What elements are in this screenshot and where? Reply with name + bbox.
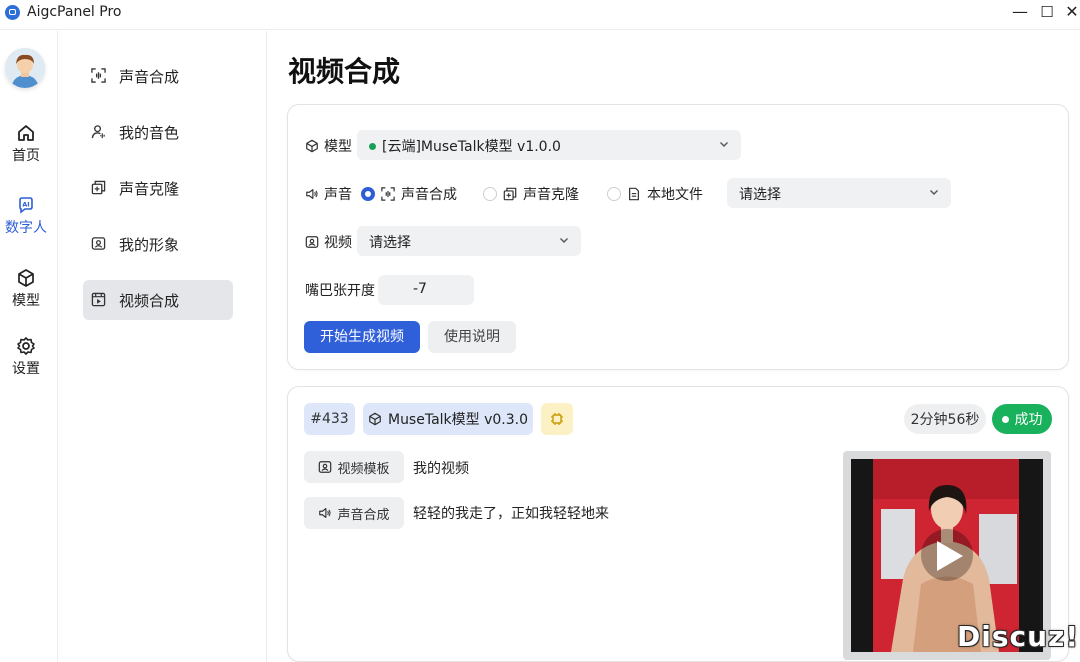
subnav-item-label: 我的形象 [119,236,180,254]
status-label: 成功 [1014,412,1043,428]
page-title: 视频合成 [288,55,401,88]
rail-item-model[interactable]: 模型 [0,268,52,310]
voice-source-select-value: 请选择 [739,187,781,203]
voice-option-synthesis-radio[interactable]: 声音合成 [361,184,457,204]
watermark: Discuz! [957,620,1080,653]
mouth-open-label: 嘴巴张开度 [305,283,375,299]
video-icon [91,292,106,307]
speaker-icon [306,189,318,199]
model-select-value: [云端]MuseTalk模型 v1.0.0 [382,139,561,155]
video-select[interactable]: 请选择 [357,226,581,256]
video-label: 视频 [305,232,352,252]
voice-option-local-file-radio[interactable]: 本地文件 [607,184,703,204]
model-label: 模型 [305,136,352,156]
scan-voice-icon [91,68,106,83]
task-field-key: 声音合成 [304,497,404,529]
help-button[interactable]: 使用说明 [428,321,516,353]
subnav-item-label: 我的音色 [119,124,180,142]
subnav-item-my-avatar[interactable]: 我的形象 [83,224,233,264]
speaker-icon [319,508,332,518]
maximize-button[interactable]: ☐ [1034,2,1060,22]
cube-icon [306,139,318,153]
voice-option-clone-radio[interactable]: 声音克隆 [483,184,579,204]
status-dot [1001,415,1009,423]
subnav-item-voice-synthesis[interactable]: 声音合成 [83,56,233,96]
clone-icon [91,180,106,195]
user-voice-icon [91,125,105,139]
ai-icon: AI [19,197,33,214]
file-icon [629,187,639,201]
minimize-button[interactable]: — [1007,2,1033,22]
image-icon [91,237,106,250]
subnav-item-my-voices[interactable]: 我的音色 [83,112,233,152]
rail-item-label: 首页 [12,148,40,164]
rail-item-settings[interactable]: 设置 [0,336,52,378]
task-model-label: MuseTalk模型 v0.3.0 [387,412,529,428]
task-model-badge: MuseTalk模型 v0.3.0 [363,403,533,435]
subnav-item-label: 视频合成 [119,292,180,310]
radio-circle [361,187,375,201]
chevron-down-icon [720,142,728,147]
mouth-open-value: -7 [413,281,427,297]
clone-icon [503,187,517,201]
svg-text:AI: AI [22,201,29,209]
gear-icon [17,337,35,355]
app-title: AigcPanel Pro [27,4,122,20]
mouth-open-input[interactable]: -7 [378,275,474,305]
app-logo-icon [5,5,20,20]
task-field-value: 轻轻的我走了，正如我轻轻地来 [413,506,609,522]
subnav-item-label: 声音合成 [119,68,180,86]
task-field-value: 我的视频 [413,461,469,477]
voice-label: 声音 [305,184,352,204]
model-select[interactable]: [云端]MuseTalk模型 v1.0.0 [357,130,741,160]
video-select-value: 请选择 [369,235,411,251]
title-bar: AigcPanel Pro — ☐ ✕ [0,0,1080,30]
task-id-badge: #433 [304,403,355,435]
chip-icon [551,413,563,425]
gpu-badge [541,403,573,435]
rail-item-home[interactable]: 首页 [0,123,52,165]
image-icon [319,461,332,473]
close-button[interactable]: ✕ [1059,2,1080,22]
task-field-key: 视频模板 [304,451,404,483]
scan-voice-icon [381,187,395,201]
rail-item-label: 设置 [12,361,40,377]
secondary-nav: 声音合成 我的音色 声音克隆 我的形象 视频合成 [59,31,267,662]
subnav-item-label: 声音克隆 [119,180,180,198]
radio-circle [483,187,497,201]
chevron-down-icon [930,190,938,195]
cube-icon [369,412,381,426]
radio-label: 声音克隆 [523,187,579,203]
radio-label: 本地文件 [647,187,703,203]
subnav-item-video-synthesis[interactable]: 视频合成 [83,280,233,320]
avatar[interactable] [5,48,45,88]
image-icon [305,236,319,248]
status-dot [369,142,376,150]
home-icon [18,125,34,141]
rail-item-digital-human[interactable]: AI 数字人 [0,195,52,237]
voice-source-select[interactable]: 请选择 [727,178,951,208]
radio-label: 声音合成 [401,187,457,203]
rail-item-label: 模型 [12,293,40,309]
cube-icon [18,269,34,287]
chevron-down-icon [560,238,568,243]
primary-nav: 首页 AI 数字人 模型 设置 [0,31,58,662]
radio-circle [607,187,621,201]
duration-badge: 2分钟56秒 [904,404,986,434]
rail-item-label: 数字人 [5,220,47,236]
subnav-item-voice-clone[interactable]: 声音克隆 [83,168,233,208]
start-generate-button[interactable]: 开始生成视频 [304,321,420,353]
status-badge: 成功 [992,404,1052,434]
